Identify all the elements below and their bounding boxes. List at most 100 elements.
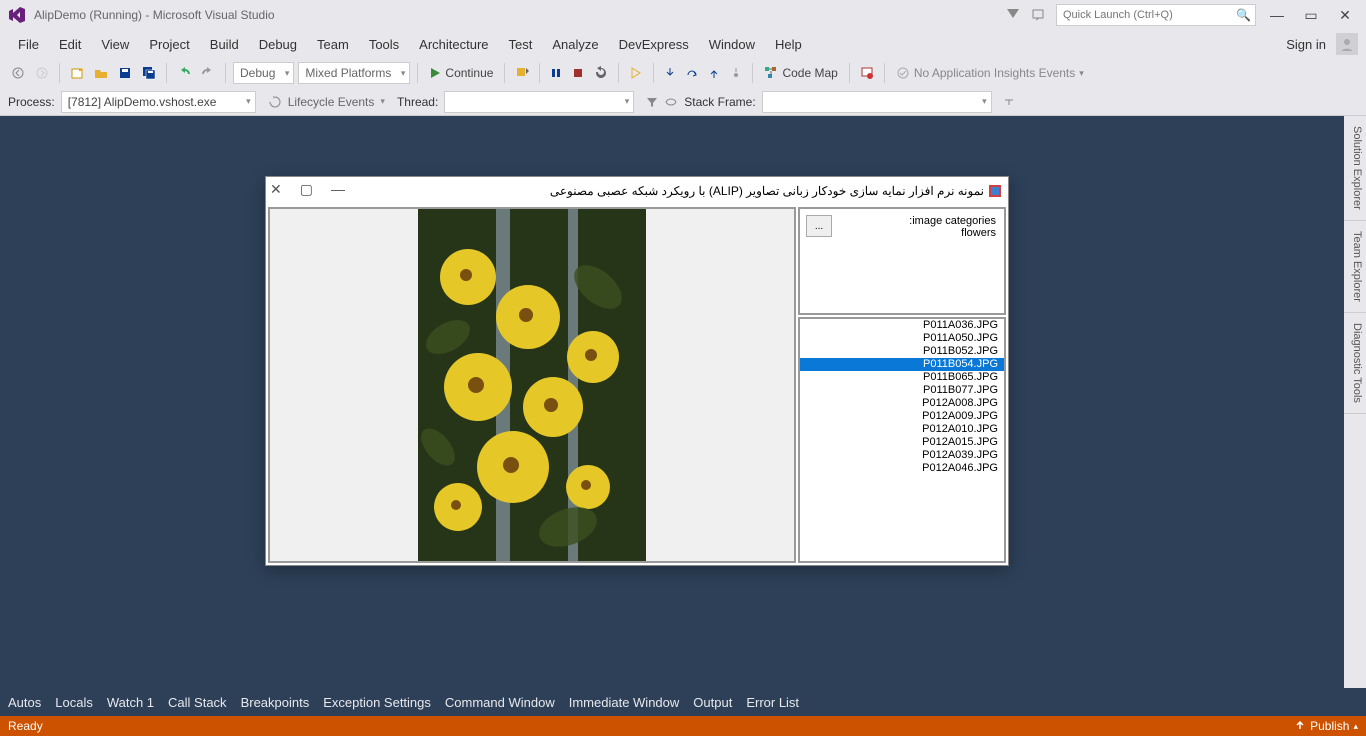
restore-button[interactable]: ▭ [1298,7,1324,24]
file-item[interactable]: P012A009.JPG [800,410,1004,423]
app-minimize-button[interactable]: — [331,181,345,198]
close-button[interactable]: ✕ [1332,7,1358,24]
process-label: Process: [8,95,55,109]
file-listbox[interactable]: P011A036.JPGP011A050.JPGP011B052.JPGP011… [798,317,1006,563]
sidetab-diagnostic-tools[interactable]: Diagnostic Tools [1344,313,1366,414]
app-titlebar: نمونه نرم افزار نمایه سازی خودکار زبانی … [266,177,1008,205]
nav-forward-button[interactable] [32,62,52,84]
category-label: :image categories [909,215,996,227]
step-over-button[interactable] [683,62,701,84]
menu-team[interactable]: Team [307,37,359,52]
menu-architecture[interactable]: Architecture [409,37,498,52]
menu-analyze[interactable]: Analyze [542,37,608,52]
redo-button[interactable] [198,62,218,84]
step-out-button[interactable] [705,62,723,84]
file-item[interactable]: P011B054.JPG [800,358,1004,371]
user-avatar-icon[interactable] [1336,33,1358,55]
file-item[interactable]: P011A050.JPG [800,332,1004,345]
sidetab-solution-explorer[interactable]: Solution Explorer [1344,116,1366,221]
stop-button[interactable] [569,62,587,84]
menu-project[interactable]: Project [139,37,199,52]
status-ready: Ready [8,719,43,733]
publish-button[interactable]: Publish ▴ [1294,719,1358,733]
sidetab-team-explorer[interactable]: Team Explorer [1344,221,1366,313]
tab-immediate-window[interactable]: Immediate Window [569,695,680,710]
menu-window[interactable]: Window [699,37,765,52]
menu-debug[interactable]: Debug [249,37,307,52]
new-project-button[interactable] [67,62,87,84]
app-insights-button[interactable]: No Application Insights Events ▾ [892,66,1088,80]
menu-view[interactable]: View [91,37,139,52]
file-item[interactable]: P011B052.JPG [800,345,1004,358]
quick-launch-input[interactable] [1057,7,1255,23]
file-item[interactable]: P011B077.JPG [800,384,1004,397]
file-item[interactable]: P012A010.JPG [800,423,1004,436]
restart-button[interactable] [591,62,611,84]
thread-label: Thread: [397,95,438,109]
nav-back-button[interactable] [8,62,28,84]
tab-locals[interactable]: Locals [55,695,93,710]
threads-icon[interactable] [664,95,678,109]
undo-button[interactable] [174,62,194,84]
lifecycle-events-label[interactable]: Lifecycle Events [288,95,375,109]
tab-output[interactable]: Output [693,695,732,710]
stackframe-combo[interactable] [762,91,992,113]
tab-exception-settings[interactable]: Exception Settings [323,695,431,710]
minimize-button[interactable]: — [1264,7,1290,23]
statusbar: Ready Publish ▴ [0,716,1366,736]
step-into-button[interactable] [661,62,679,84]
category-box: ... :image categories flowers [798,207,1006,315]
file-item[interactable]: P012A039.JPG [800,449,1004,462]
tab-callstack[interactable]: Call Stack [168,695,227,710]
step-button[interactable] [512,62,532,84]
show-next-button[interactable] [626,62,646,84]
platform-combo[interactable]: Mixed Platforms [298,62,410,84]
step-back-button[interactable] [727,62,745,84]
save-button[interactable] [115,62,135,84]
feedback-icon[interactable] [1030,6,1048,24]
app-maximize-button[interactable]: ▢ [300,181,313,198]
image-preview-pane [268,207,796,563]
toolbar-options-icon[interactable] [1004,97,1014,107]
menu-file[interactable]: File [8,37,49,52]
save-all-button[interactable] [139,62,159,84]
tab-autos[interactable]: Autos [8,695,41,710]
browse-button[interactable]: ... [806,215,832,237]
menu-help[interactable]: Help [765,37,812,52]
menu-tools[interactable]: Tools [359,37,409,52]
file-item[interactable]: P012A008.JPG [800,397,1004,410]
file-item[interactable]: P012A015.JPG [800,436,1004,449]
sign-in-link[interactable]: Sign in [1276,37,1336,52]
app-icon [988,184,1002,198]
notifications-icon[interactable] [1004,6,1022,24]
lifecycle-icon[interactable] [268,95,282,109]
thread-combo[interactable] [444,91,634,113]
tab-watch1[interactable]: Watch 1 [107,695,154,710]
menu-devexpress[interactable]: DevExpress [609,37,699,52]
tab-command-window[interactable]: Command Window [445,695,555,710]
search-icon: 🔍 [1236,8,1251,22]
app-close-button[interactable]: ✕ [270,181,282,198]
debug-bar: Process: [7812] AlipDemo.vshost.exe Life… [0,88,1366,116]
filter-icon[interactable] [646,96,658,108]
config-combo[interactable]: Debug [233,62,294,84]
intellitrace-button[interactable] [857,62,877,84]
menubar: File Edit View Project Build Debug Team … [0,30,1366,58]
tab-breakpoints[interactable]: Breakpoints [241,695,310,710]
code-map-button[interactable]: Code Map [760,66,841,80]
file-item[interactable]: P011A036.JPG [800,319,1004,332]
open-file-button[interactable] [91,62,111,84]
toolbar: Debug Mixed Platforms Continue Code Map … [0,58,1366,88]
tab-error-list[interactable]: Error List [746,695,799,710]
stackframe-label: Stack Frame: [684,95,755,109]
menu-build[interactable]: Build [200,37,249,52]
pause-button[interactable] [547,62,565,84]
process-combo[interactable]: [7812] AlipDemo.vshost.exe [61,91,256,113]
menu-test[interactable]: Test [499,37,543,52]
quick-launch[interactable]: 🔍 [1056,4,1256,26]
continue-button[interactable]: Continue [425,66,497,80]
menu-edit[interactable]: Edit [49,37,91,52]
file-item[interactable]: P011B065.JPG [800,371,1004,384]
file-item[interactable]: P012A046.JPG [800,462,1004,475]
preview-image [418,207,646,563]
